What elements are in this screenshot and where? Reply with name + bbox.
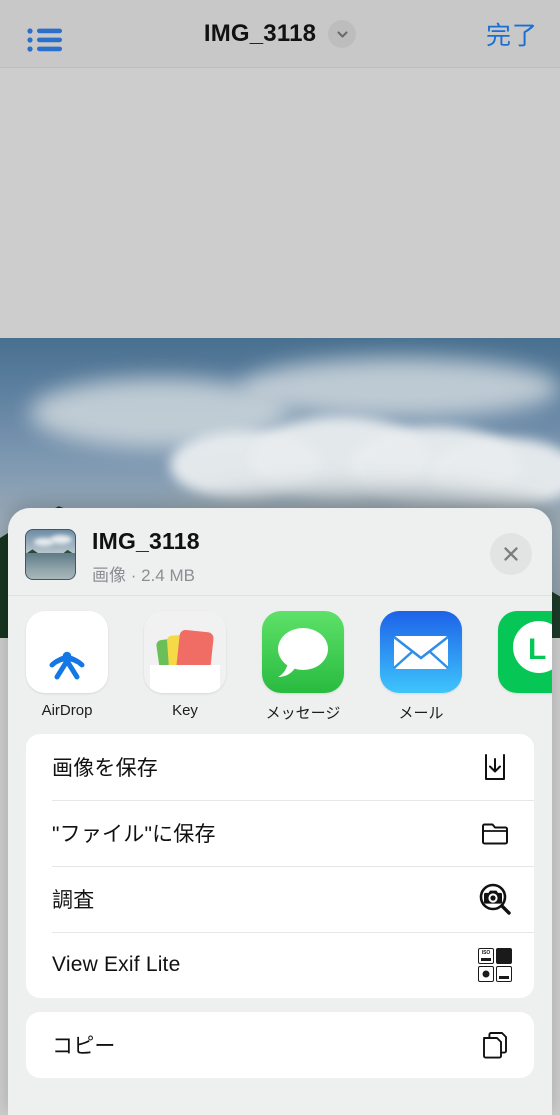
- share-sheet-header: IMG_3118 画像 · 2.4 MB: [8, 508, 552, 596]
- action-label: View Exif Lite: [52, 953, 181, 976]
- line-icon: L: [498, 611, 552, 693]
- done-button[interactable]: 完了: [486, 0, 538, 68]
- action-row-copy[interactable]: コピー: [26, 1012, 534, 1078]
- thumbnail-cloud: [50, 535, 72, 544]
- exif-cell-aperture: [496, 948, 512, 964]
- photo-thumbnail[interactable]: [25, 529, 76, 580]
- file-meta: 画像 · 2.4 MB: [92, 566, 195, 585]
- action-label: コピー: [52, 1035, 116, 1058]
- share-app-label: Key: [172, 702, 198, 719]
- share-sheet: IMG_3118 画像 · 2.4 MB AirDrop Key メッセージ メ…: [8, 508, 552, 1115]
- envelope-icon: [380, 611, 462, 693]
- action-row-save-image[interactable]: 画像を保存: [26, 734, 534, 800]
- action-row-look-up[interactable]: 調査: [26, 866, 534, 932]
- exif-grid-icon: ISO: [478, 948, 512, 982]
- share-app-label: メール: [398, 705, 444, 722]
- share-app-label: AirDrop: [41, 702, 93, 719]
- download-icon: [478, 750, 512, 784]
- file-name: IMG_3118: [92, 528, 200, 554]
- action-label: 画像を保存: [52, 757, 158, 780]
- exif-cell-meta: [496, 966, 512, 982]
- share-app-line[interactable]: L: [498, 611, 552, 702]
- action-label: 調査: [52, 889, 95, 912]
- camera-search-icon: [478, 882, 512, 916]
- airdrop-icon: [26, 611, 108, 693]
- photo-backdrop: [0, 68, 560, 338]
- wallet-cards-icon: [144, 611, 226, 693]
- navbar-title-group: IMG_3118: [0, 0, 560, 68]
- message-bubble-icon: [262, 611, 344, 693]
- navigation-bar: IMG_3118 完了: [0, 0, 560, 68]
- action-card-secondary: コピー: [26, 1012, 534, 1078]
- page-title: IMG_3118: [203, 20, 317, 47]
- folder-icon: [478, 816, 512, 850]
- iphone-share-sheet-screen: IMG_3118 完了 IMG_3118 画像 · 2.4 MB AirDrop…: [0, 0, 560, 1115]
- close-icon[interactable]: [490, 533, 532, 575]
- chevron-down-icon[interactable]: [328, 20, 357, 48]
- share-app-mail[interactable]: メール: [380, 611, 462, 723]
- action-row-save-to-files[interactable]: "ファイル"に保存: [26, 800, 534, 866]
- share-app-airdrop[interactable]: AirDrop: [26, 611, 108, 719]
- share-app-key[interactable]: Key: [144, 611, 226, 719]
- svg-text:L: L: [528, 633, 546, 666]
- exif-cell-shutter: [478, 966, 494, 982]
- action-label: "ファイル"に保存: [52, 823, 216, 846]
- thumbnail-water: [26, 552, 75, 579]
- exif-cell-iso: ISO: [478, 948, 494, 964]
- share-app-messages[interactable]: メッセージ: [262, 611, 344, 723]
- share-app-label: メッセージ: [265, 705, 341, 722]
- cloud-wisp: [240, 358, 560, 418]
- action-card-primary: 画像を保存 "ファイル"に保存 調査 View Exif Lite ISO: [26, 734, 534, 998]
- action-row-view-exif-lite[interactable]: View Exif Lite ISO: [26, 932, 534, 998]
- copy-documents-icon: [478, 1028, 512, 1062]
- share-app-row[interactable]: AirDrop Key メッセージ メール L: [8, 596, 552, 734]
